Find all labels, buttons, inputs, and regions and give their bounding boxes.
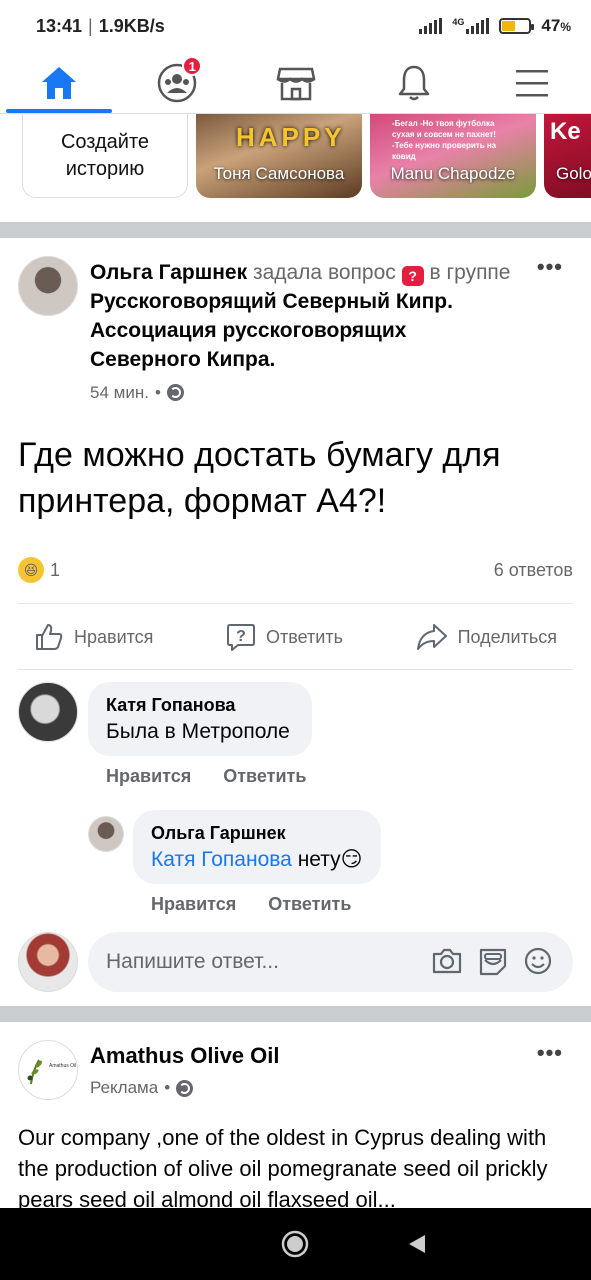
reaction-summary[interactable]: 😆 1 — [18, 557, 60, 583]
comment-like-button[interactable]: Нравится — [106, 766, 191, 787]
globe-icon — [166, 384, 184, 401]
story-overlay-text: Ke — [550, 118, 581, 145]
logo-text: Amathus Oil — [49, 1063, 77, 1069]
status-bar: 13:41 | 1.9KB/s 4G 47% — [36, 15, 571, 36]
create-story-button[interactable]: Создайте историю — [22, 114, 188, 198]
comment-bubble[interactable]: Катя Гопанова Была в Метрополе — [88, 682, 312, 756]
my-avatar[interactable] — [18, 932, 78, 992]
more-options-icon[interactable]: ••• — [537, 1040, 563, 1066]
post-time[interactable]: 54 мин. — [90, 378, 149, 407]
question-bubble-icon: ? — [227, 624, 256, 651]
divider — [18, 603, 573, 604]
ad-meta: Amathus Olive Oil Реклама • — [90, 1042, 280, 1102]
story-author: Manu Chapodze — [390, 164, 516, 183]
like-button[interactable]: Нравится — [18, 622, 169, 652]
comment-bubble[interactable]: Ольга Гаршнек Катя Гопанова нету😏 — [133, 810, 381, 884]
post-author[interactable]: Ольга Гаршнек — [90, 261, 247, 284]
reply-icons — [431, 946, 553, 976]
comment-like-button[interactable]: Нравится — [151, 894, 236, 915]
divider — [18, 669, 573, 670]
avatar[interactable] — [18, 682, 78, 742]
story-overlay-text: HAPPY — [236, 122, 346, 152]
story-card[interactable]: HAPPY Тоня Самсонова — [196, 114, 362, 198]
clock: 13:41 — [36, 15, 83, 36]
comment-reply-button[interactable]: Ответить — [223, 766, 306, 787]
reply-row: Напишите ответ... — [18, 932, 573, 992]
story-card[interactable]: Ke Golo — [544, 114, 591, 198]
comment-reply-button[interactable]: Ответить — [268, 894, 351, 915]
ad-text[interactable]: Our company ,one of the oldest in Cyprus… — [18, 1122, 573, 1210]
haha-reaction-icon: 😆 — [18, 557, 44, 583]
share-label: Поделиться — [457, 626, 557, 647]
reply-placeholder: Напишите ответ... — [106, 950, 279, 973]
like-label: Нравится — [74, 626, 154, 647]
tab-home[interactable] — [0, 52, 118, 113]
tab-notifications[interactable] — [355, 52, 473, 113]
emoji-icon[interactable] — [523, 946, 553, 976]
tab-groups[interactable]: 1 — [118, 52, 236, 113]
groups-badge: 1 — [182, 56, 203, 76]
avatar[interactable] — [88, 816, 124, 852]
mention-link[interactable]: Катя Гопанова — [151, 848, 292, 871]
network-type: 4G — [452, 17, 465, 27]
top-nav: 1 — [0, 52, 591, 114]
avatar[interactable] — [18, 256, 78, 316]
share-icon — [416, 624, 447, 650]
comment-actions: Нравится Ответить — [133, 894, 381, 915]
post-timestamp-row: 54 мин. • — [90, 378, 520, 407]
battery-fill — [502, 21, 515, 31]
advertiser-logo[interactable]: Amathus Oil — [18, 1040, 78, 1100]
answers-count[interactable]: 6 ответов — [494, 560, 573, 581]
sponsored-label[interactable]: Реклама — [90, 1074, 158, 1102]
comment-author[interactable]: Катя Гопанова — [106, 692, 290, 718]
story-overlay-text: -Бегал -Но твоя футболка сухая и совсем … — [392, 119, 497, 161]
answer-button[interactable]: ? Ответить — [210, 622, 359, 652]
battery-percent: 47 — [541, 16, 561, 35]
tab-marketplace[interactable] — [236, 52, 354, 113]
question-text: Где можно достать бумагу для принтера, ф… — [18, 436, 501, 520]
reaction-count: 1 — [50, 559, 61, 580]
story-author: Golo — [556, 164, 591, 183]
home-circle-icon[interactable] — [281, 1230, 309, 1258]
tab-menu[interactable] — [473, 52, 591, 113]
signal-icon — [419, 18, 443, 34]
battery-icon — [499, 18, 535, 34]
post-actions: Нравится ? Ответить Поделиться — [18, 606, 573, 668]
globe-icon — [176, 1079, 194, 1097]
share-button[interactable]: Поделиться — [400, 622, 573, 652]
stories-row: Создайте историю HAPPY Тоня Самсонова -Б… — [0, 114, 591, 222]
more-options-icon[interactable]: ••• — [537, 254, 563, 280]
story-card[interactable]: -Бегал -Но твоя футболка сухая и совсем … — [370, 114, 536, 198]
thumbs-up-icon — [36, 624, 63, 650]
question-icon: ? — [401, 266, 424, 286]
gif-sticker-icon[interactable] — [477, 946, 509, 976]
story-author: Тоня Самсонова — [213, 164, 345, 183]
back-triangle-icon[interactable] — [407, 1233, 427, 1255]
net-speed: 1.9KB/s — [98, 15, 165, 36]
menu-icon — [515, 69, 548, 96]
create-story-label: Создайте историю — [60, 130, 150, 180]
home-icon — [42, 66, 77, 99]
comment-text: нету😏 — [297, 848, 363, 871]
answer-label: Ответить — [266, 626, 343, 647]
bell-icon — [398, 65, 429, 100]
group-link[interactable]: Русскоговорящий Северный Кипр. Ассоциаци… — [90, 290, 453, 371]
post-action: задала вопрос — [252, 261, 396, 284]
post-meta: Ольга Гаршнек задала вопрос ? в группе Р… — [90, 258, 520, 407]
svg-text:?: ? — [236, 628, 246, 645]
marketplace-icon — [275, 67, 316, 100]
section-separator — [0, 1006, 591, 1022]
system-nav-bar — [0, 1208, 591, 1280]
olive-branch-icon — [27, 1059, 42, 1085]
section-separator — [0, 222, 591, 238]
reactions-row: 😆 1 6 ответов — [18, 554, 573, 586]
post-in-group: в группе — [429, 261, 511, 284]
comment-actions: Нравится Ответить — [88, 766, 312, 787]
comment-text: Была в Метрополе — [106, 720, 290, 743]
signal-icon-2 — [466, 18, 490, 34]
comment-author[interactable]: Ольга Гаршнек — [151, 820, 363, 846]
ad-author[interactable]: Amathus Olive Oil — [90, 1042, 280, 1070]
camera-icon[interactable] — [431, 946, 463, 976]
